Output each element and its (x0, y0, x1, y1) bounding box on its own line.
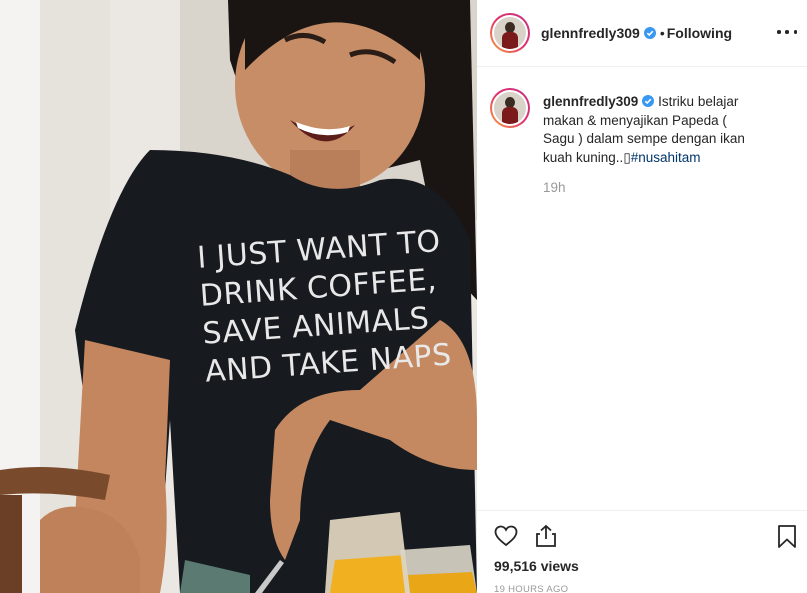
header-line: glennfredly309 • Following (541, 25, 732, 41)
caption-time[interactable]: 19h (543, 180, 566, 195)
action-bar: 99,516 views 19 HOURS AGO (477, 510, 807, 593)
verified-badge-icon (643, 27, 656, 39)
caption-avatar[interactable] (490, 88, 530, 128)
caption-text-block: glennfredly309 Istriku belajar makan & m… (543, 93, 758, 167)
caption-username[interactable]: glennfredly309 (543, 94, 638, 109)
following-button[interactable]: Following (667, 25, 732, 41)
post-header: glennfredly309 • Following (477, 0, 807, 67)
unsupported-glyph: ▯ (623, 149, 631, 165)
hashtag-link[interactable]: #nusahitam (631, 150, 701, 165)
verified-badge-icon (642, 95, 655, 107)
post-media[interactable]: I JUST WANT TO DRINK COFFEE, SAVE ANIMAL… (0, 0, 477, 593)
post-sidebar: glennfredly309 • Following glennfredly309 … (477, 0, 807, 593)
bookmark-icon[interactable] (774, 523, 800, 549)
author-username[interactable]: glennfredly309 (541, 25, 640, 41)
heart-icon[interactable] (493, 523, 519, 549)
post-timestamp[interactable]: 19 HOURS AGO (494, 584, 568, 593)
share-icon[interactable] (533, 523, 559, 549)
view-count[interactable]: 99,516 views (494, 558, 579, 574)
author-avatar[interactable] (490, 13, 530, 53)
shirt-print: I JUST WANT TO DRINK COFFEE, SAVE ANIMAL… (196, 222, 466, 392)
more-options-icon[interactable] (777, 22, 797, 42)
separator-dot: • (659, 25, 665, 41)
